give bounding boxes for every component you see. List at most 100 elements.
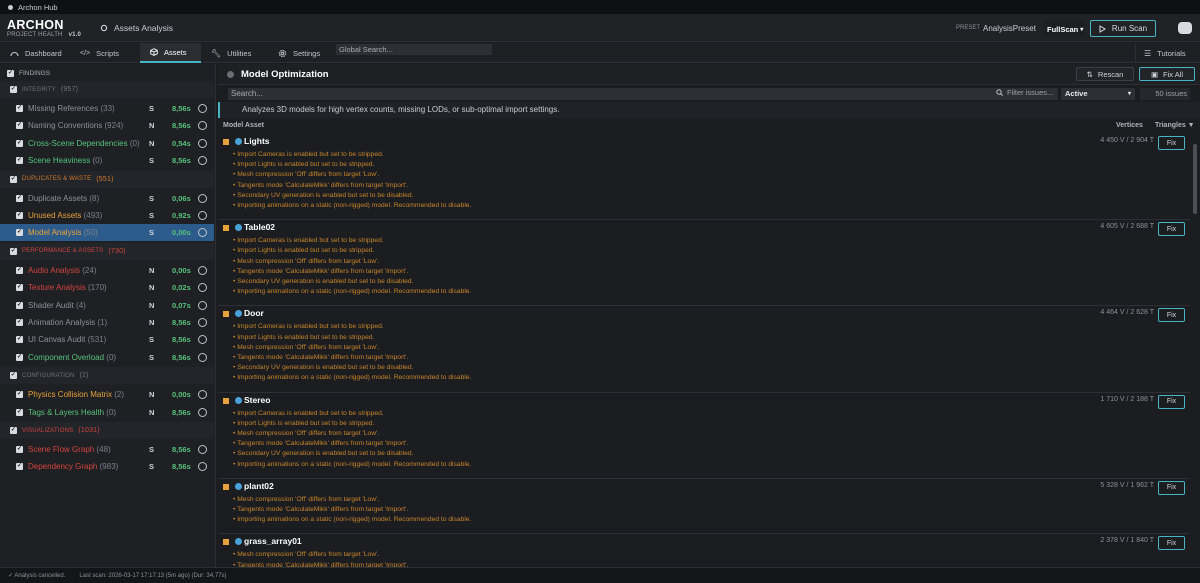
item-checkbox[interactable]: ✓	[16, 122, 23, 130]
item-checkbox[interactable]: ✓	[16, 336, 23, 344]
item-checkbox[interactable]: ✓	[16, 408, 23, 416]
settings-icon[interactable]	[198, 390, 207, 400]
asset-row[interactable]: Stereo 1 710 V / 2 188 T Fix • Import Camer…	[218, 393, 1190, 479]
fix-button[interactable]: Fix	[1158, 480, 1185, 495]
sidebar-group[interactable]: ✓ CONFIGURATION (2)	[0, 367, 214, 385]
issue-filter[interactable]: Filter issues...	[996, 88, 1053, 97]
scan-mode-dropdown[interactable]: FullScan ▾	[1044, 21, 1084, 37]
sidebar-group[interactable]: ✓ PERFORMANCE & ASSETS (730)	[0, 242, 214, 260]
asset-row[interactable]: Lights 4 450 V / 2 904 T Fix • Import Camer…	[218, 134, 1190, 221]
settings-icon[interactable]	[198, 265, 207, 275]
settings-icon[interactable]	[198, 211, 207, 220]
settings-icon[interactable]	[198, 318, 207, 327]
fix-button[interactable]: Fix	[1158, 136, 1185, 150]
item-checkbox[interactable]: ✓	[16, 391, 23, 399]
column-model-asset[interactable]: Model Asset	[223, 122, 264, 129]
fix-button[interactable]: Fix	[1158, 222, 1185, 237]
group-checkbox[interactable]: ✓	[10, 86, 17, 93]
group-checkbox[interactable]: ✓	[10, 175, 17, 183]
sidebar-item[interactable]: ✓ Component Overload (0) S 8,56s	[0, 349, 214, 366]
item-checkbox[interactable]: ✓	[16, 105, 23, 112]
item-checkbox[interactable]: ✓	[16, 194, 23, 202]
item-checkbox[interactable]: ✓	[16, 212, 23, 219]
asset-row[interactable]: Door 4 464 V / 2 628 T Fix • Import Cameras…	[218, 306, 1190, 393]
asset-row[interactable]: plant02 5 328 V / 1 962 T Fix • Mesh compre…	[218, 479, 1190, 535]
settings-icon[interactable]	[198, 335, 207, 345]
asset-name[interactable]: Door	[244, 308, 264, 318]
settings-icon[interactable]	[198, 193, 207, 203]
asset-row[interactable]: grass_array01 2 378 V / 1 840 T Fix • Mesh …	[218, 534, 1190, 567]
tab-scripts[interactable]: </> Scripts	[70, 43, 140, 63]
fix-all-button[interactable]: ▣ Fix All	[1139, 67, 1195, 81]
status-filter-dropdown[interactable]: Active ▾	[1061, 88, 1135, 100]
sidebar-group[interactable]: ✓ VISUALIZATIONS (1031)	[0, 422, 214, 439]
sidebar-item[interactable]: ✓ Tags & Layers Health (0) N 8,56s	[0, 404, 214, 421]
sidebar-item[interactable]: ✓ Physics Collision Matrix (2) N 0,00s	[0, 386, 214, 403]
sidebar-item[interactable]: ✓ Scene Heaviness (0) S 8,56s	[0, 152, 214, 169]
sidebar-item[interactable]: ✓ Naming Conventions (924) N 8,56s	[0, 117, 214, 134]
item-checkbox[interactable]: ✓	[16, 139, 23, 147]
sidebar-item[interactable]: ✓ Scene Flow Graph (48) S 8,56s	[0, 441, 214, 458]
column-triangles[interactable]: Triangles ▼	[1155, 122, 1195, 129]
sidebar-item[interactable]: ✓ Model Analysis (50) S 0,00s	[0, 224, 214, 242]
asset-name[interactable]: Stereo	[244, 395, 270, 405]
group-checkbox[interactable]: ✓	[10, 247, 17, 255]
item-checkbox[interactable]: ✓	[16, 266, 23, 274]
fix-button[interactable]: Fix	[1158, 308, 1185, 323]
settings-icon[interactable]	[198, 300, 207, 310]
asset-name[interactable]: grass_array01	[244, 536, 302, 546]
findings-checkbox[interactable]: ✓	[7, 69, 14, 77]
settings-icon[interactable]	[198, 445, 207, 454]
group-checkbox[interactable]: ✓	[10, 372, 17, 380]
sidebar-group[interactable]: ✓ INTEGRITY (957)	[0, 81, 214, 98]
column-vertices[interactable]: Vertices	[1116, 122, 1143, 129]
settings-icon[interactable]	[198, 283, 207, 293]
asset-name[interactable]: Table02	[244, 222, 275, 232]
item-checkbox[interactable]: ✓	[16, 229, 23, 237]
item-checkbox[interactable]: ✓	[16, 463, 23, 471]
tutorials-button[interactable]: ☰ Tutorials	[1135, 43, 1200, 63]
sidebar-item[interactable]: ✓ Texture Analysis (170) N 0,02s	[0, 279, 214, 296]
asset-name[interactable]: Lights	[244, 136, 270, 146]
asset-row[interactable]: Table02 4 605 V / 2 688 T Fix • Import Came…	[218, 220, 1190, 307]
fix-button[interactable]: Fix	[1158, 394, 1185, 409]
settings-icon[interactable]	[198, 407, 207, 417]
settings-icon[interactable]	[198, 352, 207, 362]
settings-icon[interactable]	[198, 138, 207, 148]
fix-button[interactable]: Fix	[1158, 536, 1185, 551]
run-scan-button[interactable]: Run Scan	[1090, 20, 1156, 37]
group-checkbox[interactable]: ✓	[10, 427, 17, 434]
item-checkbox[interactable]: ✓	[16, 319, 23, 326]
sidebar-item[interactable]: ✓ Shader Audit (4) N 0,07s	[0, 297, 214, 314]
asset-name[interactable]: plant02	[244, 481, 274, 491]
sidebar-item[interactable]: ✓ UI Canvas Audit (531) S 8,56s	[0, 331, 214, 348]
tab-assets[interactable]: Assets	[140, 43, 201, 63]
settings-icon[interactable]	[198, 228, 207, 238]
item-checkbox[interactable]: ✓	[16, 284, 23, 292]
findings-header[interactable]: ✓ FINDINGS	[0, 66, 216, 80]
item-checkbox[interactable]: ✓	[16, 353, 23, 361]
sidebar-item[interactable]: ✓ Unused Assets (493) S 0,92s	[0, 207, 214, 224]
global-search-input[interactable]: Global Search...	[336, 44, 492, 55]
item-checkbox[interactable]: ✓	[16, 446, 23, 453]
rescan-button[interactable]: ⇅ Rescan	[1076, 67, 1134, 81]
tab-dashboard[interactable]: Dashboard	[0, 43, 70, 63]
sidebar-item[interactable]: ✓ Missing References (33) S 8,56s	[0, 100, 214, 117]
sidebar-group[interactable]: ✓ DUPLICATES & WASTE (551)	[0, 170, 214, 188]
item-checkbox[interactable]: ✓	[16, 157, 23, 165]
scrollbar[interactable]	[1193, 144, 1197, 214]
sidebar-item[interactable]: ✓ Cross-Scene Dependencies (0) N 0,54s	[0, 135, 214, 152]
item-checkbox[interactable]: ✓	[16, 301, 23, 309]
sidebar-item[interactable]: ✓ Animation Analysis (1) N 8,56s	[0, 314, 214, 331]
discord-icon[interactable]	[1178, 22, 1192, 34]
sidebar-item[interactable]: ✓ Duplicate Assets (8) S 0,06s	[0, 190, 214, 207]
asset-search-input[interactable]: Search...	[228, 88, 1058, 100]
sidebar-item[interactable]: ✓ Audio Analysis (24) N 0,00s	[0, 262, 214, 279]
settings-icon[interactable]	[198, 462, 207, 472]
tab-utilities[interactable]: 🔧︎ Utilities	[201, 43, 265, 63]
tab-settings[interactable]: Settings	[268, 43, 334, 63]
sidebar-item[interactable]: ✓ Dependency Graph (983) S 8,56s	[0, 458, 214, 475]
settings-icon[interactable]	[198, 156, 207, 166]
settings-icon[interactable]	[198, 121, 207, 131]
settings-icon[interactable]	[198, 104, 207, 113]
